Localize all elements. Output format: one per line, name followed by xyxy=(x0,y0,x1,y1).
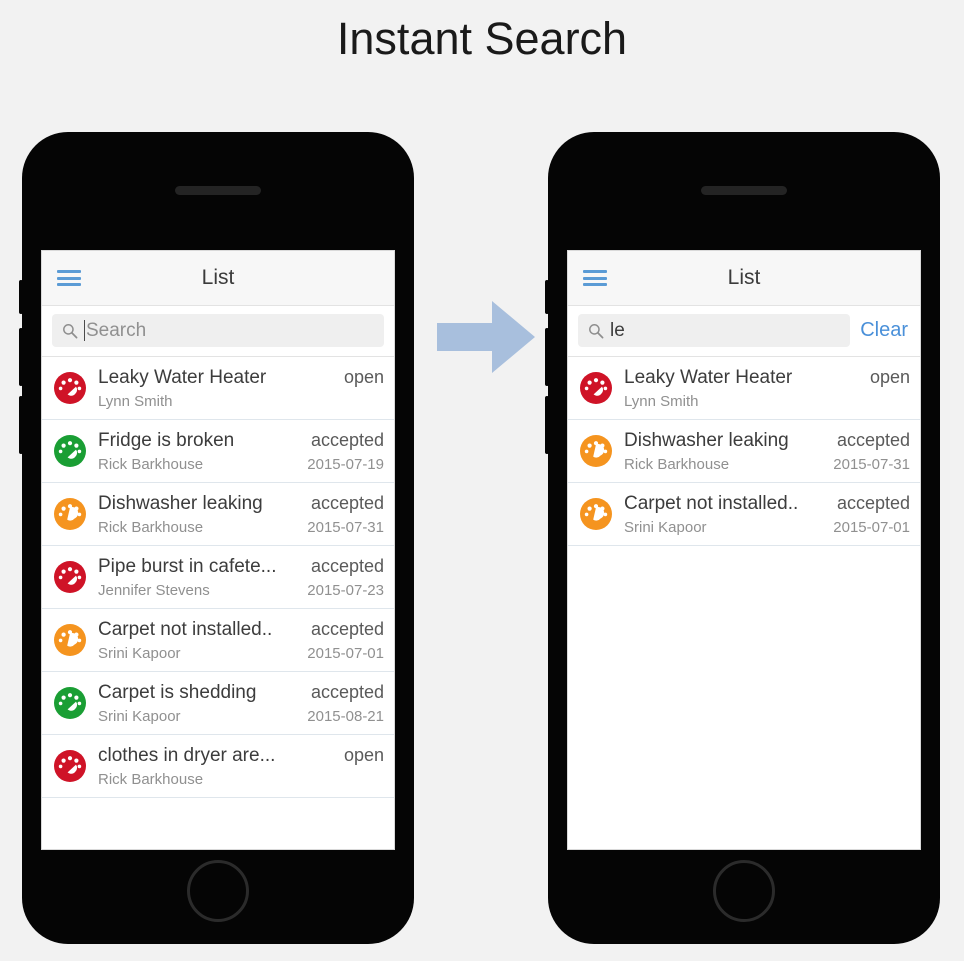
gauge-status-icon xyxy=(54,435,86,467)
list-item-title: Carpet is shedding xyxy=(98,681,257,703)
phone-volume-up-button xyxy=(19,328,23,386)
list-item-title: Leaky Water Heater xyxy=(98,366,267,388)
list-item[interactable]: Carpet is shedding accepted Srini Kapoor… xyxy=(42,672,394,735)
search-value: le xyxy=(610,319,625,341)
list-item-date: 2015-07-23 xyxy=(307,581,384,599)
list-item-date: 2015-07-31 xyxy=(307,518,384,536)
list-item-body: Carpet is shedding accepted Srini Kapoor… xyxy=(98,682,384,725)
list-item-date: 2015-07-31 xyxy=(833,455,910,473)
list-item-body: Dishwasher leaking accepted Rick Barkhou… xyxy=(98,493,384,536)
app-bar: List xyxy=(568,251,920,306)
list-item-person: Srini Kapoor xyxy=(98,644,181,662)
list-item-body: Dishwasher leaking accepted Rick Barkhou… xyxy=(624,430,910,473)
list-item-person: Rick Barkhouse xyxy=(98,770,204,788)
list-item-title: Leaky Water Heater xyxy=(624,366,793,388)
status-badge: accepted xyxy=(836,492,910,513)
phone-home-button[interactable] xyxy=(187,860,249,922)
phone-home-button[interactable] xyxy=(713,860,775,922)
search-bar: le Clear xyxy=(568,306,920,357)
list-item-title: Carpet not installed.. xyxy=(98,618,273,640)
list-item[interactable]: Pipe burst in cafete... accepted Jennife… xyxy=(42,546,394,609)
phone-screen-before: List Search Leaky Water Heater open Lynn… xyxy=(41,250,395,850)
status-badge: accepted xyxy=(310,492,384,513)
request-list-after: Leaky Water Heater open Lynn Smith Dishw… xyxy=(568,357,920,546)
gauge-status-icon xyxy=(54,561,86,593)
list-item-body: Pipe burst in cafete... accepted Jennife… xyxy=(98,556,384,599)
list-item-date: 2015-07-19 xyxy=(307,455,384,473)
phone-volume-down-button xyxy=(19,396,23,454)
list-item-body: Carpet not installed.. accepted Srini Ka… xyxy=(624,493,910,536)
list-item[interactable]: Dishwasher leaking accepted Rick Barkhou… xyxy=(568,420,920,483)
phone-volume-up-button xyxy=(545,328,549,386)
phone-silent-switch xyxy=(19,280,23,314)
list-item[interactable]: Fridge is broken accepted Rick Barkhouse… xyxy=(42,420,394,483)
search-bar: Search xyxy=(42,306,394,357)
search-icon xyxy=(62,323,78,339)
gauge-status-icon xyxy=(54,372,86,404)
status-badge: accepted xyxy=(310,555,384,576)
list-item-title: Fridge is broken xyxy=(98,429,235,451)
list-item-person: Rick Barkhouse xyxy=(98,518,204,536)
status-badge: open xyxy=(343,366,384,387)
request-list-before: Leaky Water Heater open Lynn Smith Fridg… xyxy=(42,357,394,798)
list-item-body: Fridge is broken accepted Rick Barkhouse… xyxy=(98,430,384,473)
status-badge: open xyxy=(343,744,384,765)
list-item-person: Rick Barkhouse xyxy=(624,455,730,473)
status-badge: accepted xyxy=(310,429,384,450)
list-item-title: Dishwasher leaking xyxy=(624,429,789,451)
clear-search-button[interactable]: Clear xyxy=(860,319,908,342)
right-arrow-icon xyxy=(437,301,535,373)
list-item-title: clothes in dryer are... xyxy=(98,744,276,766)
search-icon xyxy=(588,323,604,339)
list-item[interactable]: Leaky Water Heater open Lynn Smith xyxy=(42,357,394,420)
list-item-body: Leaky Water Heater open Lynn Smith xyxy=(624,367,910,410)
phone-volume-down-button xyxy=(545,396,549,454)
search-placeholder: Search xyxy=(86,319,147,341)
status-badge: accepted xyxy=(836,429,910,450)
gauge-status-icon xyxy=(580,435,612,467)
list-item-title: Carpet not installed.. xyxy=(624,492,799,514)
list-item-person: Jennifer Stevens xyxy=(98,581,210,599)
list-item-date: 2015-07-01 xyxy=(307,644,384,662)
list-item-person: Rick Barkhouse xyxy=(98,455,204,473)
list-item-body: clothes in dryer are... open Rick Barkho… xyxy=(98,745,384,788)
list-item[interactable]: Carpet not installed.. accepted Srini Ka… xyxy=(568,483,920,546)
phone-silent-switch xyxy=(545,280,549,314)
app-bar-title: List xyxy=(727,266,761,289)
search-input[interactable]: le xyxy=(578,314,851,347)
list-item[interactable]: Carpet not installed.. accepted Srini Ka… xyxy=(42,609,394,672)
gauge-status-icon xyxy=(580,372,612,404)
search-input[interactable]: Search xyxy=(52,314,384,347)
list-item-title: Dishwasher leaking xyxy=(98,492,263,514)
app-bar-title: List xyxy=(201,266,235,289)
gauge-status-icon xyxy=(54,624,86,656)
list-item-person: Srini Kapoor xyxy=(624,518,707,536)
list-item[interactable]: Dishwasher leaking accepted Rick Barkhou… xyxy=(42,483,394,546)
app-bar: List xyxy=(42,251,394,306)
status-badge: accepted xyxy=(310,618,384,639)
list-item-title: Pipe burst in cafete... xyxy=(98,555,277,577)
gauge-status-icon xyxy=(54,498,86,530)
list-item-body: Carpet not installed.. accepted Srini Ka… xyxy=(98,619,384,662)
gauge-status-icon xyxy=(580,498,612,530)
text-caret xyxy=(84,320,85,341)
list-item-date: 2015-07-01 xyxy=(833,518,910,536)
phone-device-before: List Search Leaky Water Heater open Lynn… xyxy=(19,132,414,944)
status-badge: open xyxy=(869,366,910,387)
phone-earpiece-speaker xyxy=(701,186,787,195)
list-item-person: Lynn Smith xyxy=(98,392,173,410)
list-item-body: Leaky Water Heater open Lynn Smith xyxy=(98,367,384,410)
list-item-date: 2015-08-21 xyxy=(307,707,384,725)
gauge-status-icon xyxy=(54,750,86,782)
phone-earpiece-speaker xyxy=(175,186,261,195)
status-badge: accepted xyxy=(310,681,384,702)
list-item[interactable]: clothes in dryer are... open Rick Barkho… xyxy=(42,735,394,798)
gauge-status-icon xyxy=(54,687,86,719)
list-item[interactable]: Leaky Water Heater open Lynn Smith xyxy=(568,357,920,420)
list-item-person: Srini Kapoor xyxy=(98,707,181,725)
list-item-person: Lynn Smith xyxy=(624,392,699,410)
phone-device-after: List le Clear Leaky Water Heater open Ly… xyxy=(545,132,940,944)
page-title: Instant Search xyxy=(336,13,628,64)
phone-screen-after: List le Clear Leaky Water Heater open Ly… xyxy=(567,250,921,850)
